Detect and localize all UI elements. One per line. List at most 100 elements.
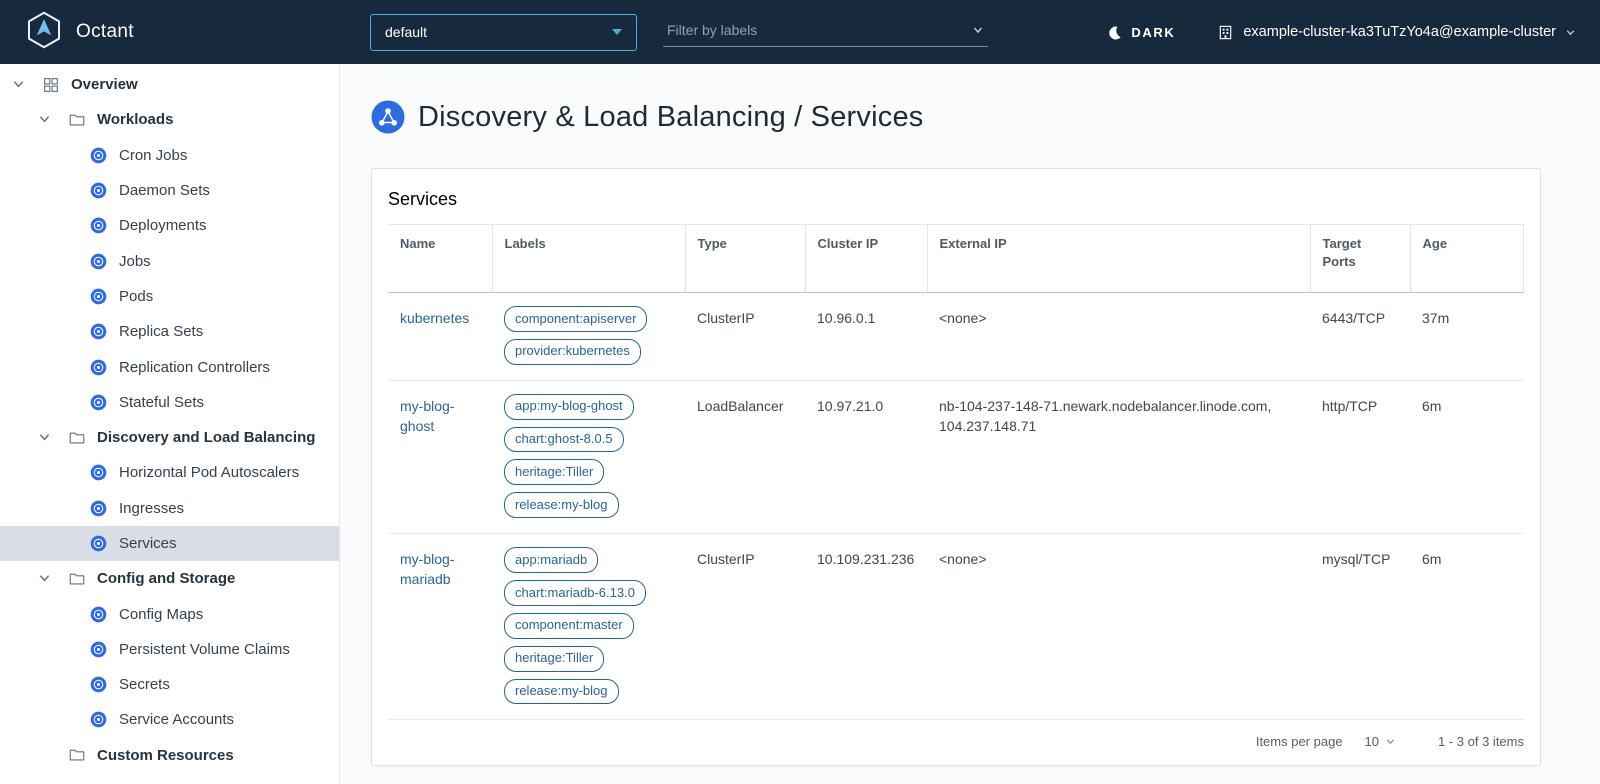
expand-chevron-icon[interactable] [34,432,54,443]
sidebar-item-workloads[interactable]: Workloads [0,102,339,137]
label-pill: app:mariadb [504,547,598,573]
cell-type: LoadBalancer [685,380,805,533]
cell-external-ip: <none> [927,534,1310,720]
label-filter-input[interactable]: Filter by labels [663,17,988,47]
sidebar-item-custom-resources[interactable]: Custom Resources [0,738,339,773]
sidebar-item-stateful-sets[interactable]: Stateful Sets [0,385,339,420]
page-header: Discovery & Load Balancing / Services [371,100,1541,134]
caret-down-icon [612,29,622,35]
table-row: kubernetes component:apiserverprovider:ku… [388,293,1524,381]
cell-target-ports: mysql/TCP [1310,534,1410,720]
cell-type: ClusterIP [685,534,805,720]
namespace-selector[interactable]: default [370,14,637,51]
items-per-page-select[interactable]: 10 [1365,734,1396,749]
resource-icon [90,323,108,340]
app-name: Octant [76,21,134,43]
sidebar-item-label: Stateful Sets [119,394,204,411]
cell-age: 6m [1410,380,1524,533]
sidebar-item-discovery-and-load-balancing[interactable]: Discovery and Load Balancing [0,420,339,455]
context-selector[interactable]: example-cluster-ka3TuTzYo4a@example-clus… [1217,24,1600,41]
sidebar-item-service-accounts[interactable]: Service Accounts [0,702,339,737]
column-header-external-ip: External IP [927,225,1310,293]
sidebar-item-label: Horizontal Pod Autoscalers [119,464,299,481]
sidebar-item-replica-sets[interactable]: Replica Sets [0,314,339,349]
resource-icon [90,641,108,658]
cell-labels: app:mariadbchart:mariadb-6.13.0component… [492,534,685,720]
cell-external-ip: nb-104-237-148-71.newark.nodebalancer.li… [927,380,1310,533]
sidebar-item-persistent-volume-claims[interactable]: Persistent Volume Claims [0,632,339,667]
resource-icon [90,606,108,623]
cell-target-ports: http/TCP [1310,380,1410,533]
sidebar-item-config-and-storage[interactable]: Config and Storage [0,561,339,596]
cell-name: my-blog-mariadb [388,534,492,720]
resource-icon [90,500,108,517]
sidebar-item-label: Workloads [97,111,173,128]
sidebar-item-label: Services [119,535,177,552]
sidebar-item-label: Secrets [119,676,170,693]
folder-icon [68,746,86,764]
sidebar-item-label: Pods [119,288,153,305]
services-table: NameLabelsTypeCluster IPExternal IPTarge… [388,224,1524,720]
table-header-row: NameLabelsTypeCluster IPExternal IPTarge… [388,225,1524,293]
sidebar-item-config-maps[interactable]: Config Maps [0,596,339,631]
sidebar-item-overview[interactable]: Overview [0,67,339,102]
theme-toggle-label: DARK [1131,25,1175,40]
resource-icon [90,676,108,693]
cell-labels: component:apiserverprovider:kubernetes [492,293,685,381]
theme-toggle-button[interactable]: DARK [1107,25,1175,40]
sidebar-item-label: Custom Resources [97,747,234,764]
cell-cluster-ip: 10.97.21.0 [805,380,927,533]
sidebar-item-secrets[interactable]: Secrets [0,667,339,702]
sidebar-item-label: Service Accounts [119,711,234,728]
column-header-cluster-ip: Cluster IP [805,225,927,293]
label-pill: component:master [504,613,634,639]
label-pill-list: component:apiserverprovider:kubernetes [504,306,673,365]
label-pill: heritage:Tiller [504,459,604,485]
sidebar-item-deployments[interactable]: Deployments [0,208,339,243]
sidebar-item-label: Replication Controllers [119,359,270,376]
sidebar-item-label: Daemon Sets [119,182,210,199]
sidebar-item-horizontal-pod-autoscalers[interactable]: Horizontal Pod Autoscalers [0,455,339,490]
resource-icon [90,217,108,234]
column-header-name: Name [388,225,492,293]
items-per-page-value: 10 [1365,734,1379,749]
label-pill-list: app:my-blog-ghost chart:ghost-8.0.5 herita… [504,394,673,518]
sidebar-item-label: Jobs [119,253,151,270]
expand-chevron-icon[interactable] [34,573,54,584]
service-link[interactable]: my-blog-ghost [400,398,454,434]
expand-chevron-icon[interactable] [34,114,54,125]
discovery-load-balancing-icon [371,100,405,134]
resource-icon [90,147,108,164]
sidebar-item-ingresses[interactable]: Ingresses [0,491,339,526]
sidebar-item-daemon-sets[interactable]: Daemon Sets [0,173,339,208]
label-pill: chart:ghost-8.0.5 [504,427,624,453]
chevron-down-icon [972,24,984,36]
service-link[interactable]: my-blog-mariadb [400,551,454,587]
main-content: Discovery & Load Balancing / Services Se… [340,64,1600,784]
sidebar-item-cron-jobs[interactable]: Cron Jobs [0,138,339,173]
cell-labels: app:my-blog-ghost chart:ghost-8.0.5 herita… [492,380,685,533]
expand-chevron-icon[interactable] [8,79,28,90]
sidebar-item-label: Discovery and Load Balancing [97,429,315,446]
namespace-value: default [385,24,427,40]
label-pill: app:my-blog-ghost [504,394,634,420]
service-link[interactable]: kubernetes [400,310,469,326]
sidebar-item-label: Ingresses [119,500,184,517]
sidebar-item-pods[interactable]: Pods [0,279,339,314]
sidebar-nav: Overview Workloads Cron Jobs Daemon Sets Dep… [0,64,340,784]
resource-icon [90,464,108,481]
column-header-labels: Labels [492,225,685,293]
cell-type: ClusterIP [685,293,805,381]
services-card: Services NameLabelsTypeCluster IPExterna… [371,168,1541,766]
cell-target-ports: 6443/TCP [1310,293,1410,381]
sidebar-item-services[interactable]: Services [0,526,339,561]
pagination-range: 1 - 3 of 3 items [1438,734,1524,749]
sidebar-item-jobs[interactable]: Jobs [0,243,339,278]
column-header-age: Age [1410,225,1524,293]
cell-cluster-ip: 10.96.0.1 [805,293,927,381]
resource-icon [90,288,108,305]
sidebar-item-label: Config Maps [119,606,203,623]
resource-icon [90,535,108,552]
cell-cluster-ip: 10.109.231.236 [805,534,927,720]
sidebar-item-replication-controllers[interactable]: Replication Controllers [0,349,339,384]
